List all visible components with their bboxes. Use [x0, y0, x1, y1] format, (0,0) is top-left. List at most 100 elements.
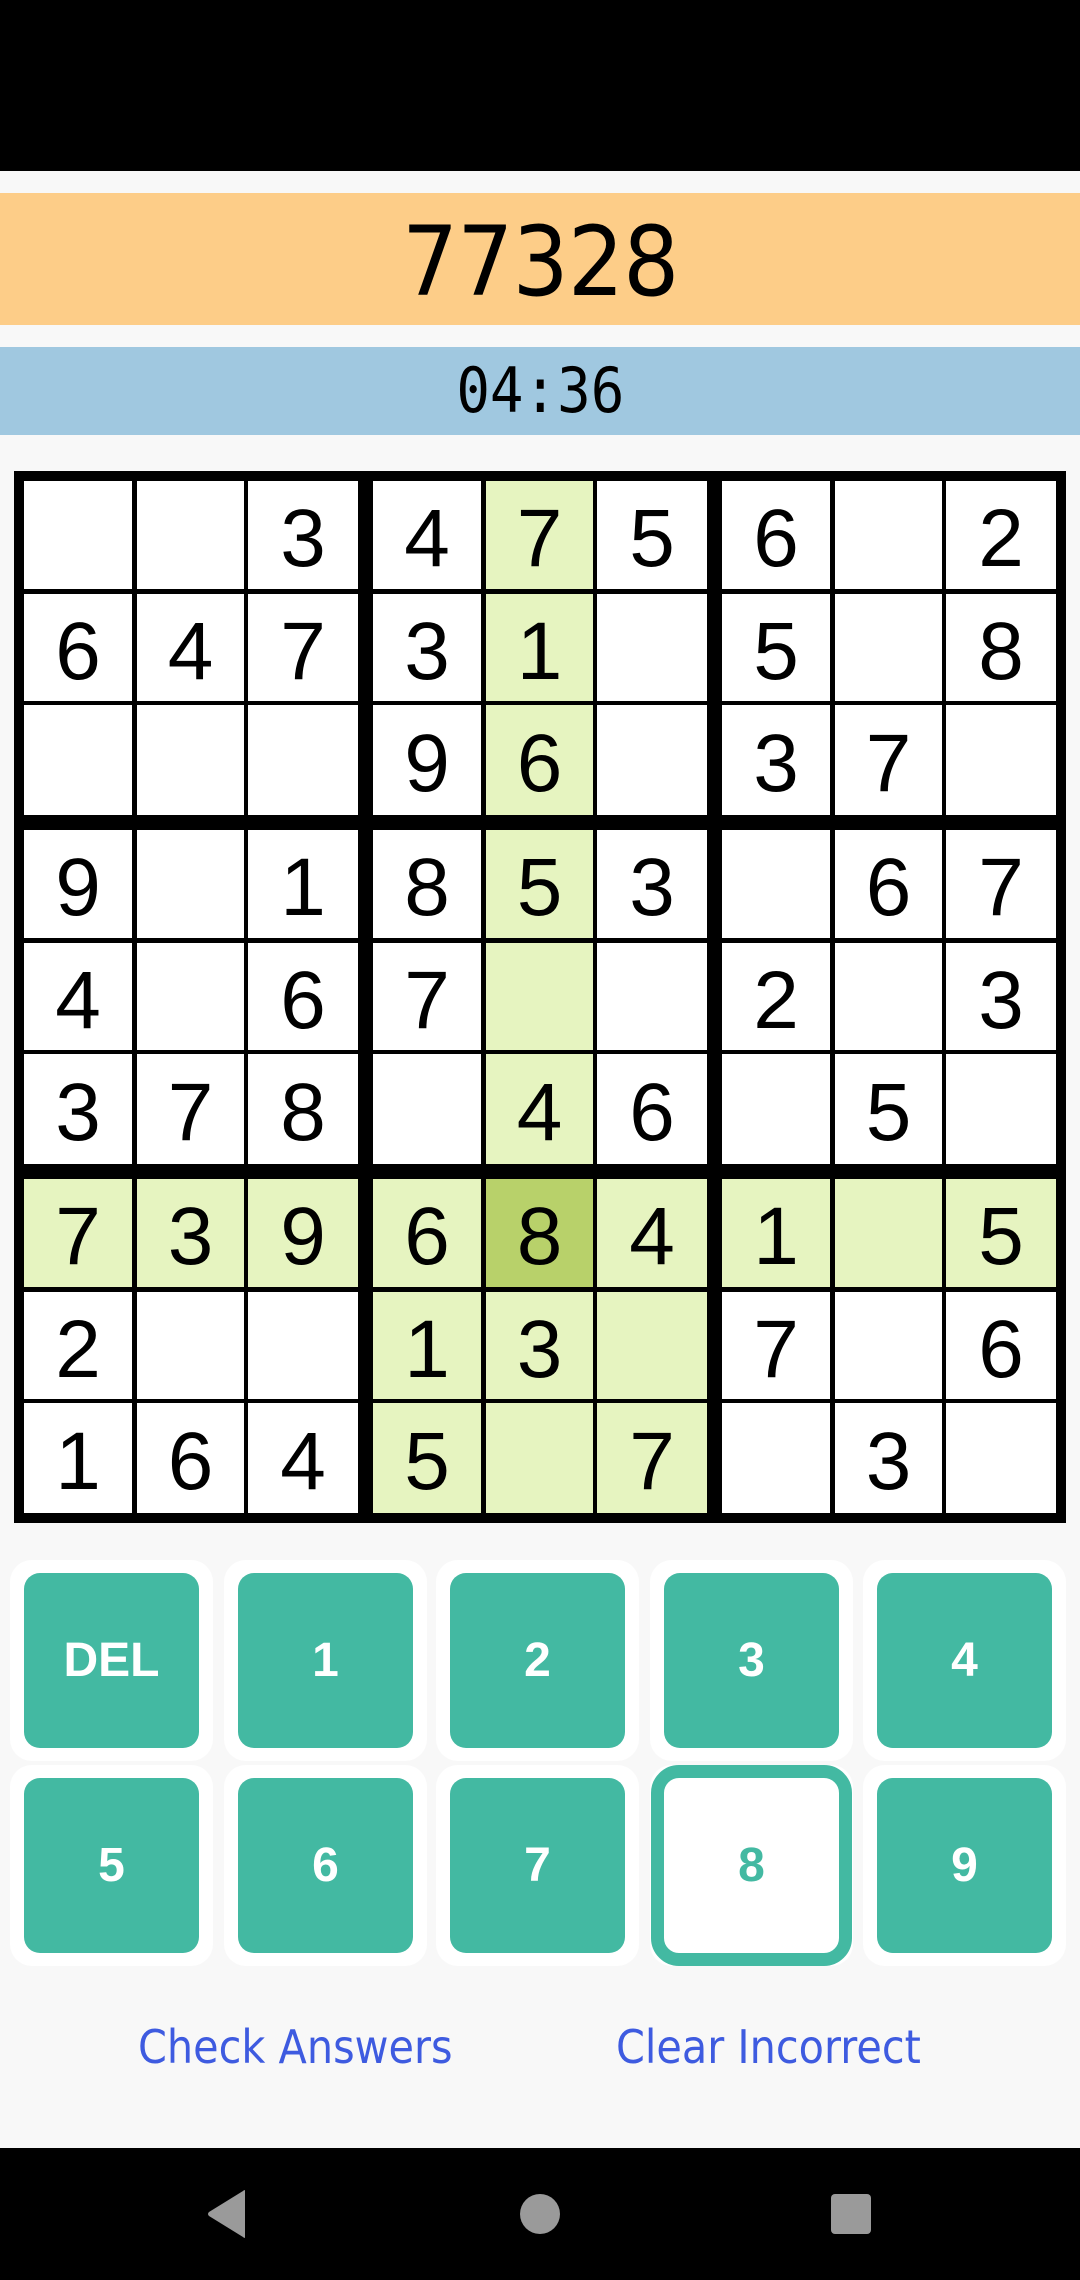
- grid-cell[interactable]: 2: [24, 1292, 132, 1399]
- grid-cell[interactable]: 4: [486, 1054, 593, 1164]
- grid-cell[interactable]: 3: [722, 705, 830, 815]
- grid-cell[interactable]: 3: [373, 594, 481, 701]
- grid-cell[interactable]: 7: [835, 705, 942, 815]
- grid-cell[interactable]: [597, 705, 707, 815]
- grid-cell[interactable]: 7: [722, 1292, 830, 1399]
- grid-cell[interactable]: [597, 943, 707, 1050]
- grid-cell[interactable]: 9: [373, 705, 481, 815]
- grid-cell[interactable]: 3: [597, 830, 707, 938]
- grid-cell[interactable]: 6: [373, 1179, 481, 1287]
- grid-cell[interactable]: 9: [24, 830, 132, 938]
- grid-cell[interactable]: 8: [486, 1179, 593, 1287]
- grid-cell[interactable]: 7: [597, 1403, 707, 1513]
- grid-cell[interactable]: 2: [946, 481, 1056, 589]
- number-key-7[interactable]: 7: [450, 1778, 625, 1953]
- grid-cell[interactable]: [24, 705, 132, 815]
- nav-back-button[interactable]: [157, 2148, 297, 2280]
- grid-cell[interactable]: 6: [722, 481, 830, 589]
- grid-cell[interactable]: 7: [946, 830, 1056, 938]
- grid-cell[interactable]: 3: [946, 943, 1056, 1050]
- grid-cell[interactable]: 3: [835, 1403, 942, 1513]
- check-answers-button[interactable]: Check Answers: [138, 2020, 453, 2074]
- grid-cell[interactable]: [137, 1292, 244, 1399]
- grid-cell[interactable]: 2: [722, 943, 830, 1050]
- grid-cell[interactable]: [835, 943, 942, 1050]
- grid-cell[interactable]: 5: [486, 830, 593, 938]
- grid-cell[interactable]: 8: [946, 594, 1056, 701]
- grid-cell[interactable]: 6: [835, 830, 942, 938]
- grid-cell[interactable]: 9: [248, 1179, 358, 1287]
- cell-value: 4: [280, 1416, 326, 1507]
- number-key-8[interactable]: 8: [651, 1765, 852, 1966]
- grid-cell[interactable]: 3: [24, 1054, 132, 1164]
- grid-cell[interactable]: 4: [137, 594, 244, 701]
- number-key-1[interactable]: 1: [238, 1573, 413, 1748]
- number-key-9[interactable]: 9: [877, 1778, 1052, 1953]
- grid-cell[interactable]: 3: [248, 481, 358, 589]
- number-key-6[interactable]: 6: [238, 1778, 413, 1953]
- grid-cell[interactable]: 1: [373, 1292, 481, 1399]
- grid-cell[interactable]: 4: [24, 943, 132, 1050]
- grid-cell[interactable]: [946, 1054, 1056, 1164]
- grid-cell[interactable]: 3: [486, 1292, 593, 1399]
- grid-cell[interactable]: 7: [248, 594, 358, 701]
- grid-cell[interactable]: 4: [248, 1403, 358, 1513]
- grid-cell[interactable]: 8: [373, 830, 481, 938]
- grid-cell[interactable]: [835, 1292, 942, 1399]
- grid-cell[interactable]: 5: [597, 481, 707, 589]
- grid-cell[interactable]: [373, 1054, 481, 1164]
- number-key-4[interactable]: 4: [877, 1573, 1052, 1748]
- grid-cell[interactable]: 6: [248, 943, 358, 1050]
- grid-cell[interactable]: 1: [24, 1403, 132, 1513]
- grid-cell[interactable]: [835, 1179, 942, 1287]
- grid-cell[interactable]: 6: [597, 1054, 707, 1164]
- grid-cell[interactable]: [248, 705, 358, 815]
- grid-cell[interactable]: 1: [248, 830, 358, 938]
- grid-cell[interactable]: [137, 830, 244, 938]
- number-key-2[interactable]: 2: [450, 1573, 625, 1748]
- grid-cell[interactable]: [946, 705, 1056, 815]
- grid-cell[interactable]: 5: [835, 1054, 942, 1164]
- grid-cell[interactable]: 6: [486, 705, 593, 815]
- grid-cell[interactable]: [835, 481, 942, 589]
- grid-cell[interactable]: [722, 1403, 830, 1513]
- grid-cell[interactable]: 4: [373, 481, 481, 589]
- grid-cell[interactable]: 8: [248, 1054, 358, 1164]
- grid-cell[interactable]: 7: [137, 1054, 244, 1164]
- grid-cell[interactable]: 5: [373, 1403, 481, 1513]
- grid-cell[interactable]: [597, 1292, 707, 1399]
- delete-key[interactable]: DEL: [24, 1573, 199, 1748]
- nav-recents-button[interactable]: [781, 2148, 921, 2280]
- cell-value: 1: [55, 1416, 101, 1507]
- number-key-5[interactable]: 5: [24, 1778, 199, 1953]
- clear-incorrect-button[interactable]: Clear Incorrect: [616, 2020, 921, 2074]
- grid-cell[interactable]: 5: [722, 594, 830, 701]
- grid-cell[interactable]: 7: [24, 1179, 132, 1287]
- grid-cell[interactable]: 6: [946, 1292, 1056, 1399]
- grid-cell[interactable]: [486, 1403, 593, 1513]
- action-links: Check Answers Clear Incorrect: [0, 2020, 1080, 2090]
- grid-cell[interactable]: 5: [946, 1179, 1056, 1287]
- grid-cell[interactable]: [137, 705, 244, 815]
- grid-cell[interactable]: 1: [722, 1179, 830, 1287]
- number-key-3[interactable]: 3: [664, 1573, 839, 1748]
- grid-cell[interactable]: [597, 594, 707, 701]
- grid-cell[interactable]: 7: [486, 481, 593, 589]
- grid-cell[interactable]: 1: [486, 594, 593, 701]
- grid-cell[interactable]: [722, 830, 830, 938]
- grid-cell[interactable]: [24, 481, 132, 589]
- grid-cell[interactable]: [248, 1292, 358, 1399]
- grid-cell[interactable]: [137, 481, 244, 589]
- grid-cell[interactable]: 3: [137, 1179, 244, 1287]
- nav-home-button[interactable]: [470, 2148, 610, 2280]
- grid-cell[interactable]: [137, 943, 244, 1050]
- grid-cell[interactable]: 4: [597, 1179, 707, 1287]
- grid-cell[interactable]: [722, 1054, 830, 1164]
- cell-value: 7: [280, 605, 326, 697]
- grid-cell[interactable]: 6: [137, 1403, 244, 1513]
- grid-cell[interactable]: 7: [373, 943, 481, 1050]
- grid-cell[interactable]: 6: [24, 594, 132, 701]
- grid-cell[interactable]: [486, 943, 593, 1050]
- grid-cell[interactable]: [946, 1403, 1056, 1513]
- grid-cell[interactable]: [835, 594, 942, 701]
